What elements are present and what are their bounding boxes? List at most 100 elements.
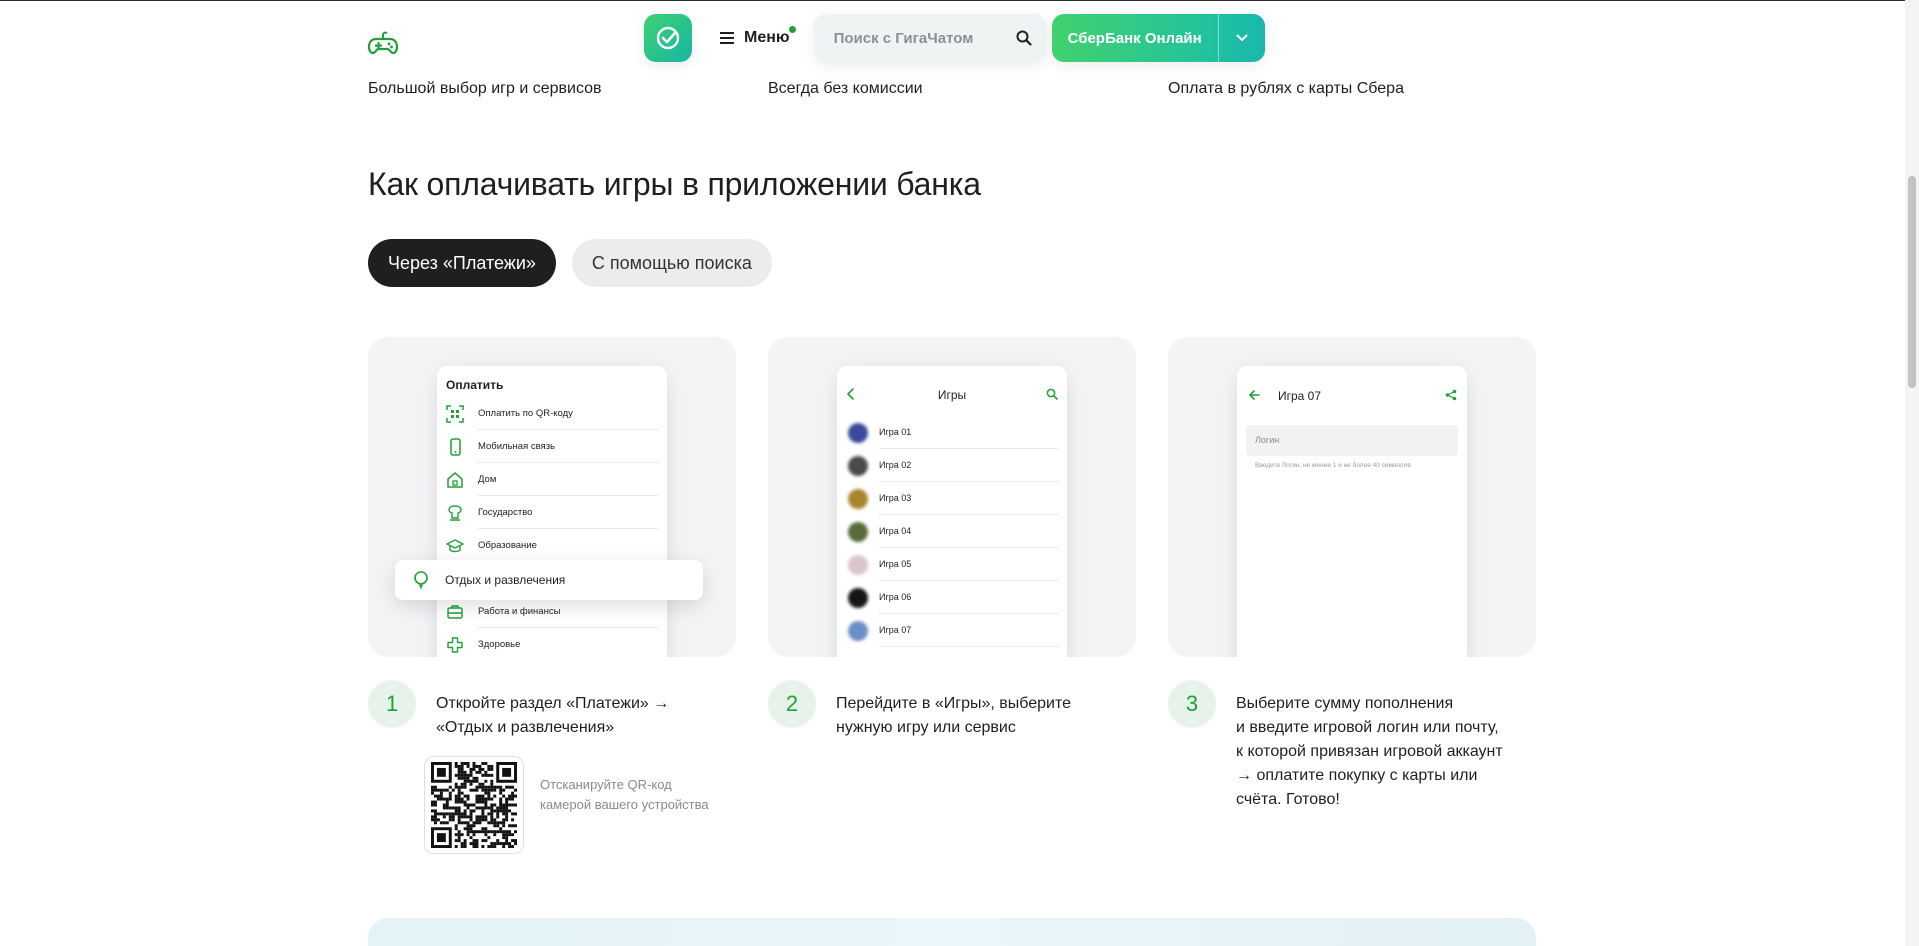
phone-mockup: Игра 07 Логин Введите Логин, не менее 1 … xyxy=(1237,366,1467,657)
game-label: Игра 01 xyxy=(879,427,912,437)
step-text-line: Выберите сумму пополнения xyxy=(1236,695,1454,712)
list-item: Здоровье xyxy=(437,628,667,657)
qr-scan-icon xyxy=(446,404,464,423)
sberbank-online-dropdown[interactable] xyxy=(1219,14,1265,62)
search-input[interactable]: Поиск с ГигаЧатом xyxy=(813,14,1046,62)
list-item-label: Мобильная связь xyxy=(478,441,555,452)
list-item-label: Работа и финансы xyxy=(478,606,561,617)
section-title: Как оплачивать игры в приложении банка xyxy=(368,166,981,202)
divider xyxy=(879,646,1058,647)
briefcase-icon xyxy=(447,604,463,619)
share-icon xyxy=(1445,389,1457,401)
feature-item: Большой выбор игр и сервисов xyxy=(368,80,602,97)
step-text-line: счёта. Готово! xyxy=(1236,791,1340,808)
step-1-illustration: Оплатить Оплатить по QR-коду Мобильная с… xyxy=(368,337,736,657)
qr-code-image xyxy=(431,762,517,848)
game-thumbnail xyxy=(848,621,868,641)
highlighted-item-label: Отдых и развлечения xyxy=(445,573,566,587)
list-item: Игра 02 xyxy=(837,449,1067,482)
menu-label: Меню xyxy=(744,29,790,46)
list-item-label: Государство xyxy=(478,507,533,518)
game-thumbnail xyxy=(848,588,868,608)
phone-mockup: Оплатить Оплатить по QR-коду Мобильная с… xyxy=(437,366,667,657)
list-item: Государство xyxy=(437,496,667,529)
game-label: Игра 05 xyxy=(879,559,912,569)
phone-screen-title: Игры xyxy=(937,388,967,402)
step-description: Выберите сумму пополнения и введите игро… xyxy=(1236,692,1546,812)
tab-payments[interactable]: Через «Платежи» xyxy=(368,239,556,287)
step-text-line: к которой привязан игровой аккаунт xyxy=(1236,743,1503,760)
list-item-label: Оплатить по QR-коду xyxy=(478,408,573,419)
phone-icon xyxy=(450,437,461,456)
step-text-line: «Отдых и развлечения» xyxy=(436,719,615,736)
game-label: Игра 07 xyxy=(879,625,912,635)
gamepad-icon[interactable] xyxy=(367,30,399,56)
step-number-badge: 1 xyxy=(368,680,416,728)
game-label: Игра 06 xyxy=(879,592,912,602)
house-icon xyxy=(447,471,463,488)
chevron-down-icon xyxy=(1236,34,1248,41)
login-hint: Введите Логин, не менее 1 и не более 40 … xyxy=(1255,462,1411,469)
game-thumbnail xyxy=(848,456,868,476)
game-label: Игра 04 xyxy=(879,526,912,536)
graduation-cap-icon xyxy=(446,538,464,552)
list-item: Оплатить по QR-коду xyxy=(437,397,667,430)
hamburger-icon xyxy=(720,32,734,44)
sberbank-online-button[interactable]: СберБанк Онлайн xyxy=(1051,14,1265,62)
game-thumbnail xyxy=(848,423,868,443)
phone-screen-header: Игры xyxy=(837,388,1067,404)
list-item: Игра 07 xyxy=(837,614,1067,647)
qr-code xyxy=(424,756,524,854)
step-text-line: Перейдите в «Игры», выберите xyxy=(836,695,1072,712)
list-item: Игра 03 xyxy=(837,482,1067,515)
game-thumbnail xyxy=(848,489,868,509)
login-field: Логин xyxy=(1246,425,1458,456)
tab-search[interactable]: С помощью поиска xyxy=(571,239,772,287)
step-description: Перейдите в «Игры», выберите нужную игру… xyxy=(836,692,1146,740)
step-2-illustration: Игры Игра 01 Игра 02 Игра 03 Игра 04 Игр… xyxy=(768,337,1136,657)
search-placeholder: Поиск с ГигаЧатом xyxy=(833,29,974,47)
list-item-label: Дом xyxy=(478,474,497,485)
game-label: Игра 02 xyxy=(879,460,912,470)
search-icon[interactable] xyxy=(1016,30,1032,46)
phone-screen-header: Игра 07 xyxy=(1237,389,1467,405)
list-item: Мобильная связь xyxy=(437,430,667,463)
list-item: Игра 06 xyxy=(837,581,1067,614)
step-number-badge: 2 xyxy=(768,680,816,728)
list-item: Образование xyxy=(437,529,667,562)
step-text-line: Откройте раздел «Платежи» → xyxy=(436,695,670,712)
search-icon xyxy=(1046,388,1058,400)
feature-item: Всегда без комиссии xyxy=(768,80,923,97)
step-number-badge: 3 xyxy=(1168,680,1216,728)
list-item-label: Здоровье xyxy=(478,639,521,650)
sber-logo-button[interactable] xyxy=(644,14,692,62)
browser-top-border xyxy=(0,0,1919,1)
phone-mockup: Игры Игра 01 Игра 02 Игра 03 Игра 04 Игр… xyxy=(837,366,1067,657)
list-item-label: Образование xyxy=(478,540,537,551)
notification-dot xyxy=(788,26,796,33)
payment-method-tabs: Через «Платежи» С помощью поиска xyxy=(368,239,772,287)
scrollbar[interactable] xyxy=(1905,0,1919,946)
step-description: Откройте раздел «Платежи» → «Отдых и раз… xyxy=(436,692,746,740)
back-arrow-icon xyxy=(1249,390,1260,400)
phone-screen-title: Оплатить xyxy=(446,378,504,392)
phone-screen-title: Игра 07 xyxy=(1278,389,1322,403)
qr-hint: Отсканируйте QR-код камерой вашего устро… xyxy=(540,777,709,812)
game-thumbnail xyxy=(848,522,868,542)
balloon-icon xyxy=(414,571,428,590)
sberbank-online-label: СберБанк Онлайн xyxy=(1067,29,1202,47)
step-3-illustration: Игра 07 Логин Введите Логин, не менее 1 … xyxy=(1168,337,1536,657)
list-item: Игра 01 xyxy=(837,416,1067,449)
game-thumbnail xyxy=(848,555,868,575)
header-nav: Меню Поиск с ГигаЧатом СберБанк Онлайн xyxy=(644,13,1265,63)
sber-check-icon xyxy=(656,26,680,50)
highlighted-list-item: Отдых и развлечения xyxy=(395,560,703,600)
government-icon xyxy=(448,504,462,521)
next-section-banner xyxy=(368,918,1536,946)
menu-button[interactable]: Меню xyxy=(698,14,808,62)
game-label: Игра 03 xyxy=(879,493,912,503)
list-item: Дом xyxy=(437,463,667,496)
feature-item: Оплата в рублях с карты Сбера xyxy=(1168,80,1404,97)
step-text-line: → оплатите покупку с карты или xyxy=(1236,767,1478,784)
scrollbar-thumb[interactable] xyxy=(1908,176,1916,388)
